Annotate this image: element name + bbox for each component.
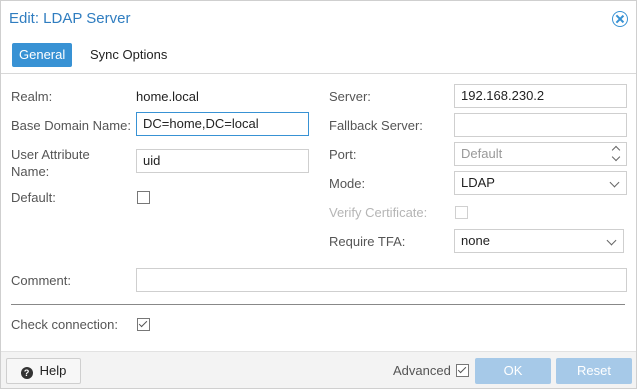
require-tfa-select[interactable]: none — [454, 229, 624, 253]
tab-bar: General Sync Options — [1, 37, 636, 74]
question-circle-icon: ? — [20, 367, 33, 379]
divider — [11, 304, 625, 305]
mode-label: Mode: — [329, 176, 366, 191]
default-checkbox[interactable] — [137, 191, 150, 204]
dialog-footer: ? Help Advanced OK Reset — [1, 351, 636, 388]
fallback-server-input[interactable] — [454, 113, 627, 137]
ldap-edit-dialog: Edit: LDAP Server General Sync Options R… — [0, 0, 637, 389]
ok-button[interactable]: OK — [475, 358, 551, 384]
check-connection-checkbox[interactable] — [137, 318, 150, 331]
realm-label: Realm: — [11, 89, 53, 104]
require-tfa-label: Require TFA: — [329, 234, 406, 249]
comment-input[interactable] — [136, 268, 627, 292]
base-domain-input[interactable]: DC=home,DC=local — [136, 112, 309, 136]
verify-certificate-checkbox — [455, 206, 468, 219]
check-connection-label: Check connection: — [11, 317, 118, 332]
user-attribute-input[interactable]: uid — [136, 149, 309, 173]
port-input[interactable]: Default — [454, 142, 627, 166]
reset-button[interactable]: Reset — [556, 358, 632, 384]
comment-label: Comment: — [11, 273, 71, 288]
verify-certificate-label: Verify Certificate: — [329, 205, 428, 220]
base-domain-label: Base Domain Name: — [11, 118, 131, 133]
require-tfa-value: none — [461, 233, 490, 248]
fallback-server-label: Fallback Server: — [329, 118, 423, 133]
default-label: Default: — [11, 190, 56, 205]
user-attribute-label-line2: Name: — [11, 164, 50, 179]
close-icon[interactable] — [612, 11, 628, 27]
user-attribute-label-line1: User Attribute — [11, 147, 90, 162]
help-button-label: Help — [39, 363, 67, 378]
port-placeholder: Default — [461, 146, 503, 161]
chevron-down-icon — [606, 235, 617, 246]
mode-select[interactable]: LDAP — [454, 171, 627, 195]
dialog-title: Edit: LDAP Server — [9, 10, 131, 27]
chevron-down-icon — [609, 177, 620, 188]
mode-value: LDAP — [461, 175, 495, 190]
user-attribute-label: User Attribute Name: — [11, 146, 90, 180]
dialog-titlebar: Edit: LDAP Server — [1, 1, 636, 37]
advanced-label: Advanced — [393, 363, 451, 378]
port-label: Port: — [329, 147, 357, 162]
realm-value: home.local — [136, 89, 199, 104]
server-input[interactable]: 192.168.230.2 — [454, 84, 627, 108]
help-button[interactable]: ? Help — [6, 358, 81, 384]
advanced-checkbox[interactable] — [456, 364, 469, 377]
spin-down-icon[interactable] — [611, 152, 621, 162]
tab-sync-options[interactable]: Sync Options — [83, 43, 174, 67]
tab-general[interactable]: General — [12, 43, 73, 67]
server-label: Server: — [329, 89, 371, 104]
